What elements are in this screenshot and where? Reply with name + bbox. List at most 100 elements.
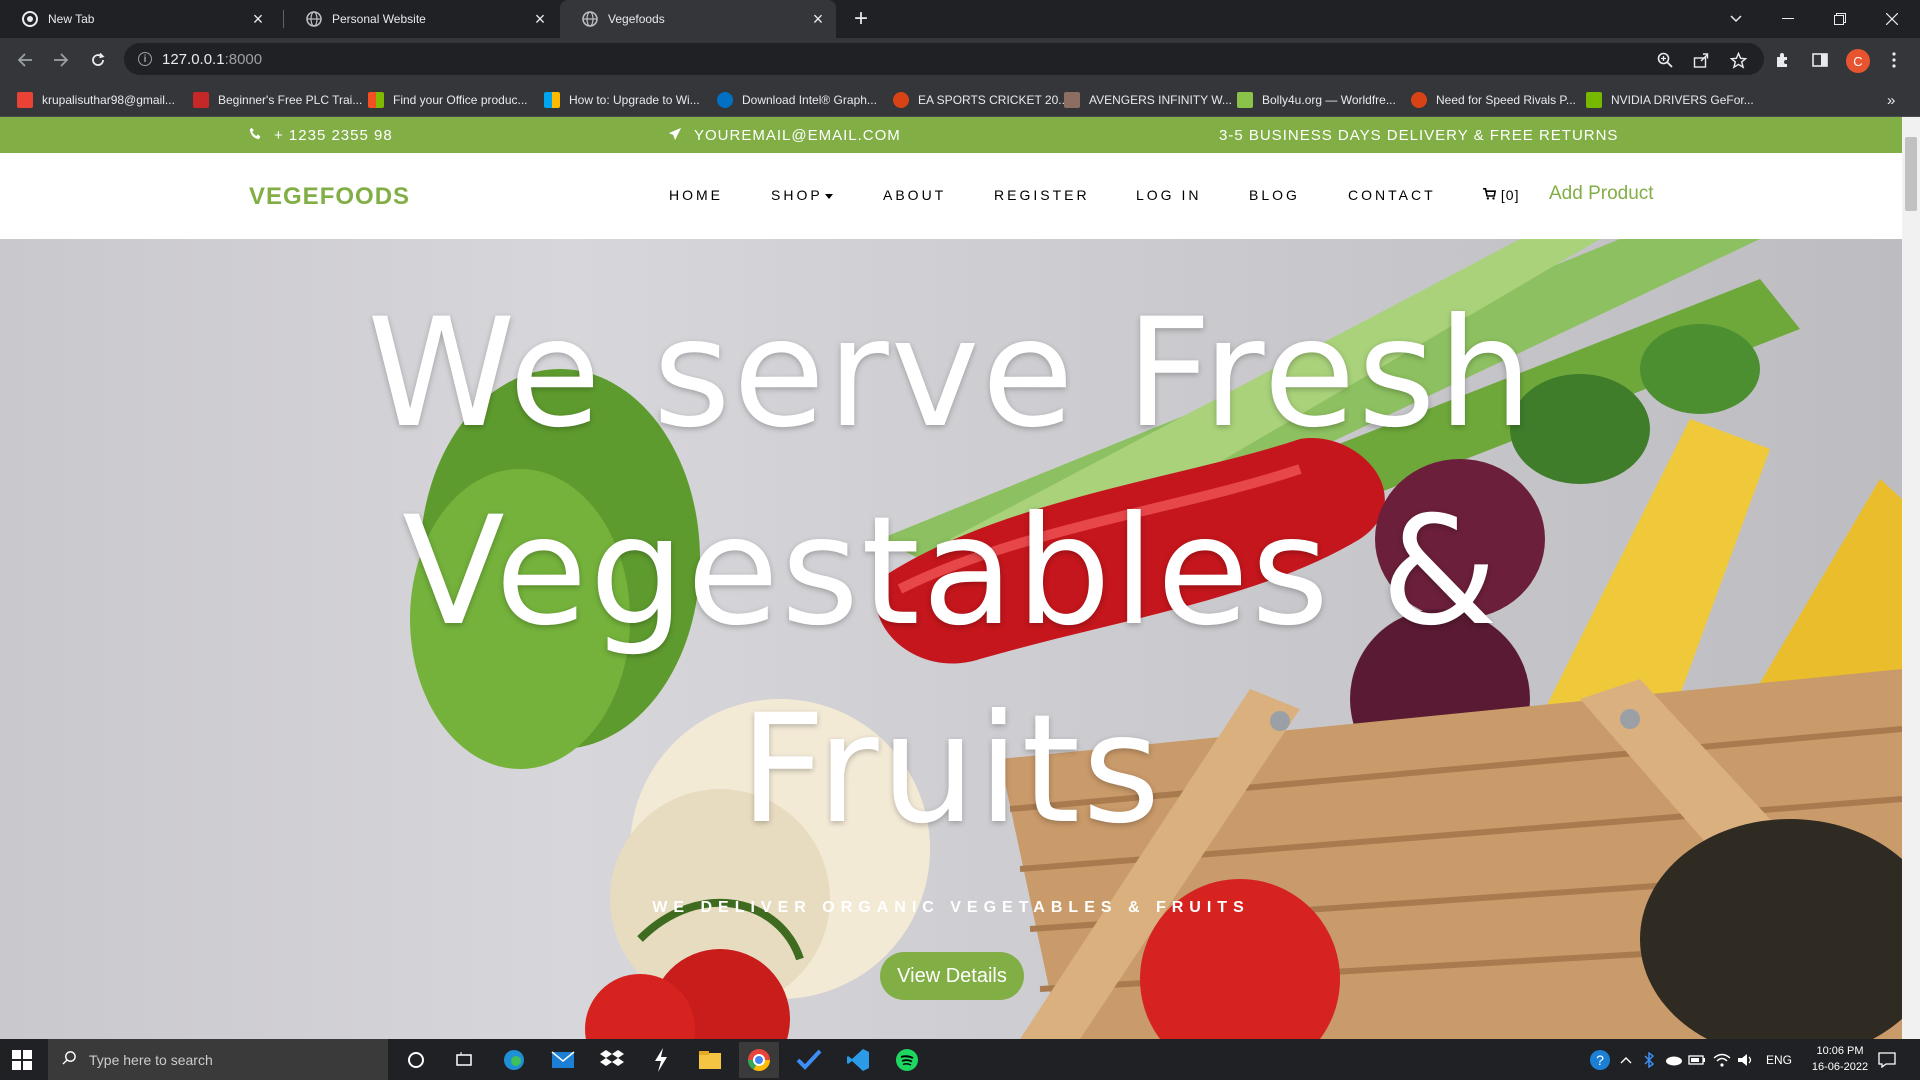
nvidia-icon: [1586, 92, 1602, 108]
menu-kebab-icon[interactable]: [1883, 49, 1905, 71]
email-address: YOUREMAIL@EMAIL.COM: [694, 126, 901, 144]
tab-title: Personal Website: [332, 12, 426, 26]
spotify-icon[interactable]: [892, 1045, 922, 1075]
bookmark-bolly4u[interactable]: Bolly4u.org — Worldfre...: [1237, 90, 1396, 110]
dropbox-icon[interactable]: [597, 1045, 627, 1075]
nav-shop[interactable]: SHOP: [771, 187, 833, 203]
chrome-taskbar-icon[interactable]: [739, 1042, 779, 1078]
bookmark-intel[interactable]: Download Intel® Graph...: [717, 90, 877, 110]
bookmark-nvidia[interactable]: NVIDIA DRIVERS GeFor...: [1586, 90, 1754, 110]
nav-about[interactable]: ABOUT: [883, 187, 946, 203]
site-logo[interactable]: VEGEFOODS: [249, 183, 410, 211]
wifi-icon[interactable]: [1713, 1039, 1731, 1080]
profile-avatar[interactable]: C: [1846, 49, 1870, 73]
taskbar-clock[interactable]: 10:06 PM 16-06-2022: [1800, 1043, 1880, 1075]
new-tab-button[interactable]: +: [848, 5, 874, 32]
side-panel-icon[interactable]: [1809, 49, 1831, 71]
contact-top-bar: + 1235 2355 98 YOUREMAIL@EMAIL.COM 3-5 B…: [0, 117, 1902, 153]
clock-date: 16-06-2022: [1811, 1061, 1869, 1073]
clock-time: 10:06 PM: [1816, 1045, 1864, 1057]
bookmark-nfs-rivals[interactable]: Need for Speed Rivals P...: [1411, 90, 1576, 110]
chrome-icon: [22, 11, 38, 27]
cart-count: [0]: [1500, 187, 1520, 203]
bookmark-label: Need for Speed Rivals P...: [1436, 93, 1576, 107]
close-tab-icon[interactable]: ×: [530, 9, 550, 29]
forward-icon[interactable]: [47, 46, 75, 74]
view-details-button[interactable]: View Details: [880, 952, 1024, 1000]
bookmark-windows-upgrade[interactable]: How to: Upgrade to Wi...: [544, 90, 700, 110]
tab-search-icon[interactable]: [1710, 0, 1762, 38]
close-tab-icon[interactable]: ×: [808, 9, 828, 29]
bookmarks-overflow-chevron-icon[interactable]: »: [1887, 90, 1895, 110]
hero-heading-line-1: We serve Fresh: [367, 287, 1535, 461]
help-icon[interactable]: ?: [1589, 1039, 1611, 1080]
minimize-icon[interactable]: [1762, 0, 1814, 38]
close-window-icon[interactable]: [1866, 0, 1918, 38]
mail-icon[interactable]: [548, 1045, 578, 1075]
tab-personal-website[interactable]: Personal Website ×: [284, 0, 558, 38]
bookmark-label: krupalisuthar98@gmail...: [42, 93, 175, 107]
site-navbar: VEGEFOODS HOME SHOP ABOUT REGISTER LOG I…: [0, 153, 1902, 239]
phone-number: + 1235 2355 98: [274, 126, 393, 144]
site-info-icon[interactable]: i: [138, 52, 152, 66]
bookmark-office[interactable]: Find your Office produc...: [368, 90, 528, 110]
bookmark-label: Find your Office produc...: [393, 93, 528, 107]
microsoft-icon: [544, 92, 560, 108]
vscode-icon[interactable]: [843, 1045, 873, 1075]
file-explorer-icon[interactable]: [695, 1045, 725, 1075]
close-tab-icon[interactable]: ×: [248, 9, 268, 29]
task-view-icon[interactable]: [449, 1045, 479, 1075]
address-bar[interactable]: i 127.0.0.1:8000: [124, 43, 1764, 75]
cortana-icon[interactable]: [401, 1045, 431, 1075]
bookmark-avengers[interactable]: AVENGERS INFINITY W...: [1064, 90, 1232, 110]
phone-icon: [249, 127, 262, 143]
restore-icon[interactable]: [1814, 0, 1866, 38]
globe-icon: [582, 11, 598, 27]
notifications-icon[interactable]: [1878, 1039, 1896, 1080]
paper-plane-icon: [668, 127, 682, 144]
caret-down-icon: [824, 193, 833, 199]
onedrive-icon[interactable]: [1664, 1039, 1682, 1080]
taskbar-search-box[interactable]: Type here to search: [48, 1039, 388, 1080]
volume-icon[interactable]: [1737, 1039, 1755, 1080]
search-icon: [62, 1050, 77, 1070]
scrollbar-thumb[interactable]: [1905, 137, 1917, 211]
bookmark-ea-cricket[interactable]: EA SPORTS CRICKET 20...: [893, 90, 1068, 110]
page-scrollbar[interactable]: [1902, 117, 1920, 1039]
bookmark-label: AVENGERS INFINITY W...: [1089, 93, 1232, 107]
battery-icon[interactable]: [1688, 1039, 1706, 1080]
game-icon: [893, 92, 909, 108]
tab-vegefoods[interactable]: Vegefoods ×: [560, 0, 836, 38]
zoom-icon[interactable]: [1654, 49, 1676, 71]
nav-cart[interactable]: [0]: [1483, 187, 1519, 203]
nav-blog[interactable]: BLOG: [1249, 187, 1300, 203]
nav-register[interactable]: REGISTER: [994, 187, 1090, 203]
share-icon[interactable]: [1690, 49, 1712, 71]
add-product-link[interactable]: Add Product: [1549, 183, 1654, 205]
url-port: :8000: [224, 50, 263, 68]
bookmark-plc[interactable]: Beginner's Free PLC Trai...: [193, 90, 362, 110]
bluetooth-icon[interactable]: [1644, 1039, 1654, 1080]
gmail-icon: [17, 92, 33, 108]
bookmark-label: Beginner's Free PLC Trai...: [218, 93, 363, 107]
extensions-icon[interactable]: [1772, 49, 1794, 71]
back-icon[interactable]: [11, 46, 39, 74]
plc-icon: [193, 92, 209, 108]
bookmark-star-icon[interactable]: [1727, 49, 1749, 71]
bookmark-gmail[interactable]: krupalisuthar98@gmail...: [17, 90, 175, 110]
hd-movie-icon: [1064, 92, 1080, 108]
tab-new-tab[interactable]: New Tab ×: [0, 0, 276, 38]
bolt-app-icon[interactable]: [646, 1045, 676, 1075]
nav-contact[interactable]: CONTACT: [1348, 187, 1436, 203]
reload-icon[interactable]: [84, 46, 112, 74]
edge-icon[interactable]: [499, 1045, 529, 1075]
tray-chevron-up-icon[interactable]: [1620, 1039, 1632, 1080]
nav-login[interactable]: LOG IN: [1136, 187, 1201, 203]
windows-start-icon[interactable]: [12, 1050, 32, 1070]
hero-heading-line-3: Fruits: [739, 683, 1163, 857]
todo-icon[interactable]: [794, 1045, 824, 1075]
language-indicator[interactable]: ENG: [1766, 1039, 1792, 1080]
bookmark-label: How to: Upgrade to Wi...: [569, 93, 700, 107]
intel-icon: [717, 92, 733, 108]
nav-home[interactable]: HOME: [669, 187, 723, 203]
